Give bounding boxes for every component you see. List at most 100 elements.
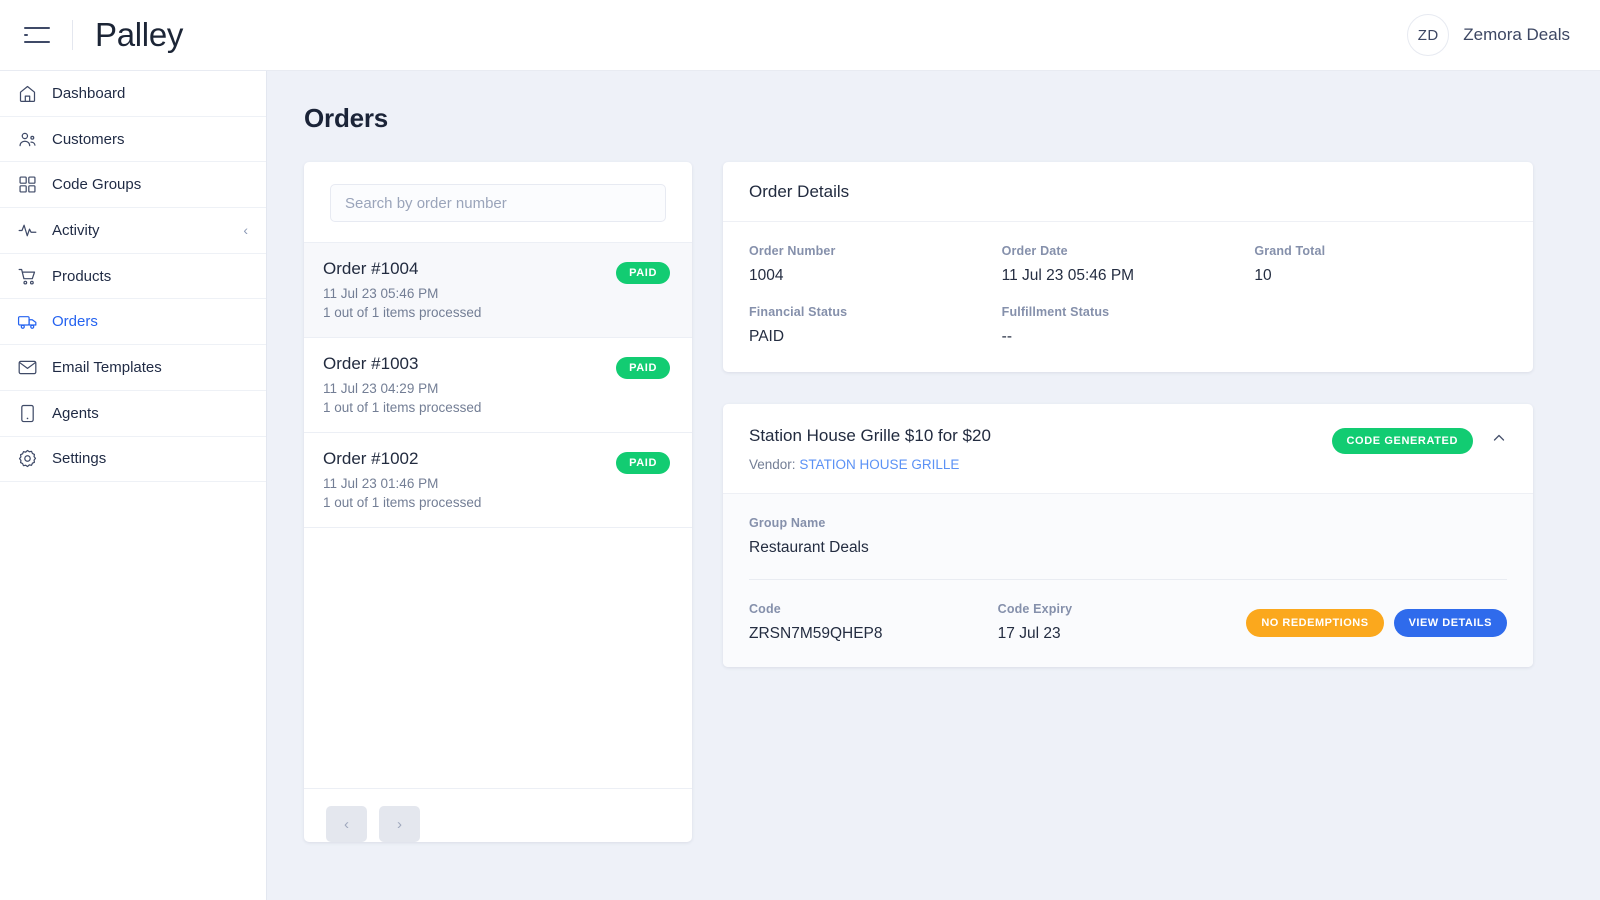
sidebar-item-label: Settings — [52, 450, 107, 468]
code-expiry-label: Code Expiry — [997, 602, 1073, 616]
detail-field-label: Order Date — [1001, 244, 1068, 258]
no-redemptions-button[interactable]: NO REDEMPTIONS — [1246, 608, 1384, 637]
code-label: Code — [749, 602, 781, 616]
app-brand-title: Palley — [95, 16, 184, 53]
order-item-title: Order #1004 — [323, 259, 419, 278]
pulse-icon — [16, 219, 38, 241]
sidebar-item-label: Orders — [52, 313, 98, 331]
vendor-line: Vendor: STATION HOUSE GRILLE — [749, 457, 1332, 472]
chevron-left-icon[interactable]: ‹ — [243, 223, 248, 237]
view-details-button[interactable]: VIEW DETAILS — [1393, 608, 1507, 637]
pagination-prev-button[interactable]: ‹ — [326, 806, 367, 842]
order-list-item[interactable]: Order #1003 11 Jul 23 04:29 PM 1 out of 1 … — [304, 337, 692, 432]
order-item-processed: 1 out of 1 items processed — [323, 305, 482, 320]
detail-field: Fulfillment Status -- — [1002, 305, 1255, 346]
sidebar-item-label: Email Templates — [52, 358, 162, 376]
orders-list-panel: Order #1004 11 Jul 23 05:46 PM 1 out of 1 … — [304, 162, 692, 842]
order-status-badge: PAID — [616, 452, 670, 474]
sidebar-item-label: Dashboard — [52, 84, 126, 102]
card-actions: NO REDEMPTIONS VIEW DETAILS — [1246, 608, 1507, 637]
chevron-up-icon[interactable] — [1491, 430, 1507, 449]
order-item-text: Order #1003 11 Jul 23 04:29 PM 1 out of 1 … — [323, 354, 616, 415]
pagination: ‹ › — [304, 788, 692, 842]
sidebar-item-email-templates[interactable]: Email Templates — [0, 345, 266, 391]
product-card: Station House Grille $10 for $20 Vendor:… — [723, 404, 1533, 667]
page-title: Orders — [304, 103, 389, 133]
vendor-label: Vendor: — [749, 457, 796, 472]
order-item-date: 11 Jul 23 05:46 PM — [323, 286, 439, 301]
users-icon — [16, 128, 38, 150]
product-card-body: Group Name Restaurant Deals Code ZRSN7M5… — [723, 493, 1533, 667]
search-input[interactable] — [330, 184, 666, 222]
pagination-next-button[interactable]: › — [379, 806, 420, 842]
detail-field: Financial Status PAID — [749, 305, 1002, 346]
order-details-title: Order Details — [749, 182, 850, 201]
detail-field: Grand Total 10 — [1254, 244, 1507, 285]
detail-field: Order Number 1004 — [749, 244, 1002, 285]
search-container — [304, 162, 692, 242]
product-card-header: Station House Grille $10 for $20 Vendor:… — [723, 404, 1533, 493]
top-bar: Palley ZD Zemora Deals — [0, 0, 1600, 71]
group-name-row: Group Name Restaurant Deals — [749, 516, 1507, 557]
device-icon — [16, 402, 38, 424]
detail-field: Order Date 11 Jul 23 05:46 PM — [1002, 244, 1255, 285]
detail-field-value: 1004 — [749, 267, 784, 284]
order-item-processed: 1 out of 1 items processed — [323, 400, 482, 415]
truck-icon — [16, 311, 38, 333]
list-spacer — [304, 527, 692, 788]
user-menu[interactable]: ZD Zemora Deals — [1407, 14, 1570, 56]
order-status-badge: PAID — [616, 357, 670, 379]
order-rows-container: Order #1004 11 Jul 23 05:46 PM 1 out of 1 … — [304, 242, 692, 527]
grid-icon — [16, 174, 38, 196]
sidebar: Dashboard Customers Code Groups Activity ‹ Pr… — [0, 71, 267, 900]
order-list-item[interactable]: Order #1002 11 Jul 23 01:46 PM 1 out of 1 … — [304, 432, 692, 527]
detail-field-value: 10 — [1254, 267, 1272, 284]
sidebar-item-customers[interactable]: Customers — [0, 117, 266, 163]
order-status-badge: PAID — [616, 262, 670, 284]
detail-field-label: Financial Status — [749, 305, 848, 319]
vendor-link[interactable]: STATION HOUSE GRILLE — [799, 457, 959, 472]
sidebar-item-activity[interactable]: Activity ‹ — [0, 208, 266, 254]
sidebar-item-code-groups[interactable]: Code Groups — [0, 162, 266, 209]
sidebar-item-label: Agents — [52, 404, 99, 422]
page-body: Dashboard Customers Code Groups Activity ‹ Pr… — [0, 71, 1600, 900]
status-badge: CODE GENERATED — [1331, 428, 1473, 454]
gear-icon — [16, 448, 38, 470]
envelope-icon — [16, 356, 38, 378]
sidebar-item-orders[interactable]: Orders — [0, 299, 266, 346]
expiry-field: Code Expiry 17 Jul 23 — [998, 602, 1247, 643]
order-list-item[interactable]: Order #1004 11 Jul 23 05:46 PM 1 out of 1 … — [304, 242, 692, 337]
detail-field-label: Fulfillment Status — [1001, 305, 1110, 319]
app-root: Palley ZD Zemora Deals Dashboard Customer… — [0, 0, 1600, 900]
code-expiry-value: 17 Jul 23 — [997, 625, 1061, 642]
detail-field-label: Grand Total — [1254, 244, 1326, 258]
order-item-date: 11 Jul 23 04:29 PM — [323, 381, 439, 396]
product-title: Station House Grille $10 for $20 — [749, 426, 991, 445]
order-item-text: Order #1002 11 Jul 23 01:46 PM 1 out of 1 … — [323, 449, 616, 510]
detail-field-label: Order Number — [749, 244, 836, 258]
hamburger-icon[interactable] — [24, 25, 50, 45]
details-column: Order Details Order Number 1004 Order Date… — [723, 162, 1533, 842]
code-field: Code ZRSN7M59QHEP8 — [749, 602, 998, 643]
order-item-text: Order #1004 11 Jul 23 05:46 PM 1 out of 1 … — [323, 259, 616, 320]
code-value: ZRSN7M59QHEP8 — [749, 625, 883, 642]
group-name-field: Group Name Restaurant Deals — [749, 516, 1002, 557]
detail-field-value: PAID — [749, 328, 785, 345]
group-name-value: Restaurant Deals — [749, 539, 869, 556]
order-item-title: Order #1002 — [323, 449, 419, 468]
avatar[interactable]: ZD — [1407, 14, 1450, 56]
order-details-card: Order Details Order Number 1004 Order Date… — [723, 162, 1533, 372]
sidebar-item-dashboard[interactable]: Dashboard — [0, 71, 266, 117]
user-name-label: Zemora Deals — [1463, 25, 1570, 44]
group-name-label: Group Name — [749, 516, 826, 530]
main-content: Orders Order #1004 11 Jul 23 05:46 PM 1 ou… — [267, 71, 1600, 900]
product-header-text: Station House Grille $10 for $20 Vendor:… — [749, 426, 1332, 472]
sidebar-item-agents[interactable]: Agents — [0, 391, 266, 437]
code-row: Code ZRSN7M59QHEP8 Code Expiry 17 Jul 23… — [749, 580, 1507, 667]
order-item-date: 11 Jul 23 01:46 PM — [323, 476, 439, 491]
detail-field-value: 11 Jul 23 05:46 PM — [1001, 267, 1135, 284]
sidebar-item-settings[interactable]: Settings — [0, 437, 266, 483]
order-details-header: Order Details — [723, 162, 1533, 222]
sidebar-item-products[interactable]: Products — [0, 254, 266, 300]
sidebar-item-label: Code Groups — [52, 176, 142, 194]
